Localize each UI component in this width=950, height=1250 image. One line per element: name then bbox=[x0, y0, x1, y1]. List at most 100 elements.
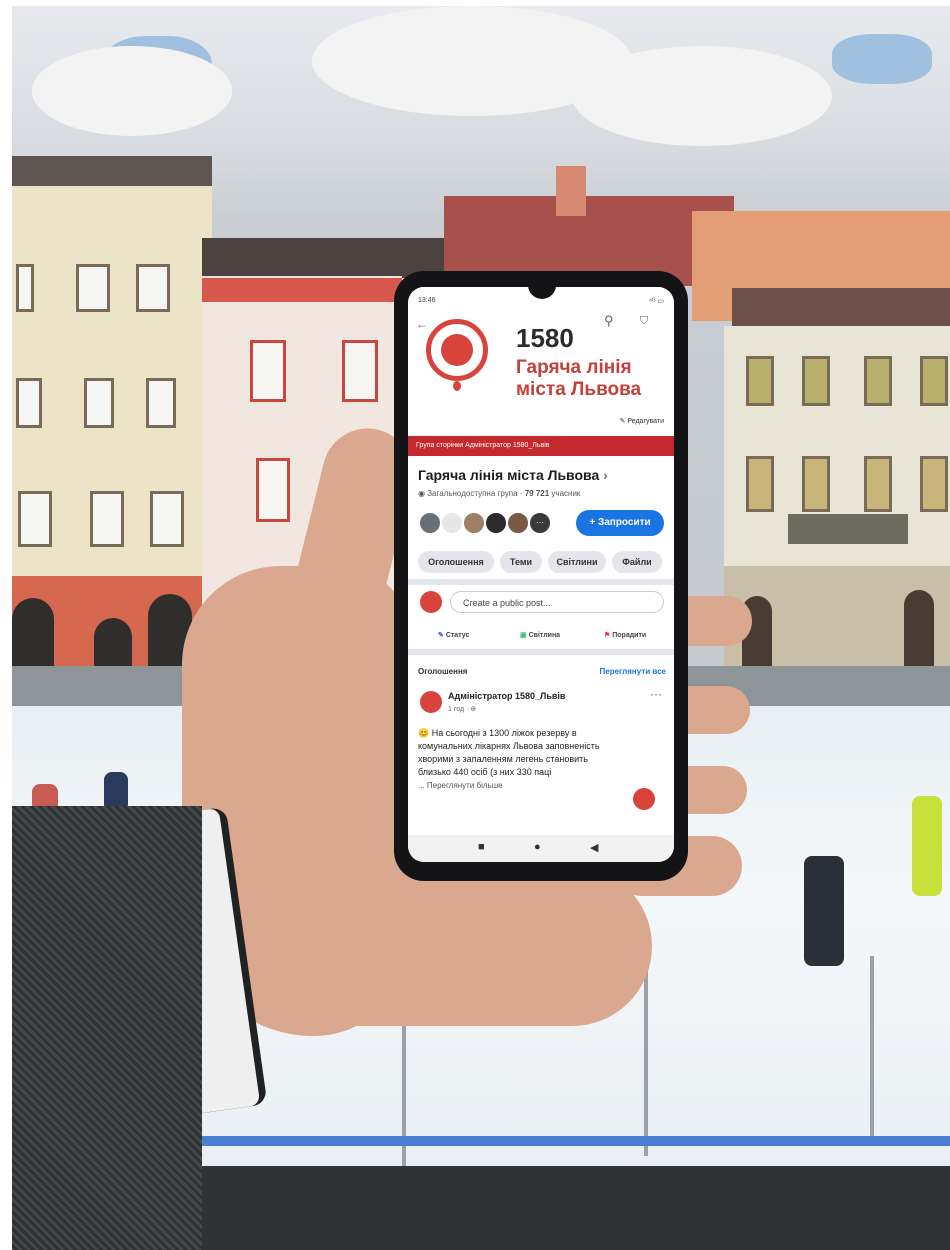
window bbox=[864, 356, 892, 406]
recommend-label: Порадити bbox=[612, 632, 647, 639]
photo-label: Світлина bbox=[528, 632, 561, 639]
member-count: 79 721 bbox=[524, 489, 550, 498]
post-author-avatar[interactable] bbox=[420, 691, 442, 713]
group-type: Загальнодоступна група bbox=[427, 489, 518, 498]
post-time: 1 год · ⊕ bbox=[448, 706, 477, 713]
window bbox=[90, 491, 124, 547]
divider bbox=[408, 579, 674, 585]
window bbox=[746, 356, 774, 406]
search-icon[interactable]: ⚲ bbox=[604, 313, 614, 329]
group-name[interactable]: Гаряча лінія міста Львова › bbox=[418, 467, 608, 483]
invite-button[interactable]: + Запросити bbox=[576, 510, 664, 536]
status-icon: ✎ bbox=[438, 632, 446, 639]
member-label: учасник bbox=[551, 489, 581, 498]
page-title-line1: Гаряча лінія bbox=[516, 357, 632, 378]
rink-barrier bbox=[182, 1136, 950, 1146]
group-cover: 13:46 ⁴ᴳ ▭ ← ⚲ ⛉ 1580 Гаряча лінія міста… bbox=[408, 287, 674, 435]
window bbox=[256, 458, 290, 522]
window bbox=[150, 491, 184, 547]
building-pink-band bbox=[202, 278, 402, 302]
home-button[interactable]: ● bbox=[534, 841, 541, 853]
rink-post bbox=[870, 956, 874, 1146]
rink-post bbox=[644, 966, 648, 1156]
page-number: 1580 bbox=[516, 323, 574, 353]
status-time: 13:46 bbox=[418, 297, 436, 304]
group-meta: ◉ Загальнодоступна група · 79 721 учасни… bbox=[418, 489, 580, 498]
sky-patch bbox=[832, 34, 932, 84]
globe-icon: ◉ bbox=[418, 489, 428, 498]
window bbox=[802, 356, 830, 406]
window bbox=[746, 456, 774, 512]
door bbox=[904, 590, 934, 666]
window bbox=[18, 491, 52, 547]
member-avatar bbox=[462, 511, 486, 535]
hotline-logo-icon bbox=[426, 319, 488, 381]
group-name-text: Гаряча лінія міста Львова bbox=[418, 467, 600, 483]
composer-input[interactable]: Create a public post... bbox=[450, 591, 664, 613]
member-avatar bbox=[484, 511, 508, 535]
status-label: Статус bbox=[445, 632, 470, 639]
shield-icon[interactable]: ⛉ bbox=[640, 315, 648, 328]
more-options-icon[interactable]: ··· bbox=[650, 687, 662, 701]
back-arrow-icon[interactable]: ← bbox=[416, 317, 428, 331]
window bbox=[920, 356, 948, 406]
rink-post bbox=[402, 1006, 406, 1176]
balcony-ledge bbox=[182, 1166, 950, 1250]
see-all-link[interactable]: Переглянути все bbox=[600, 667, 666, 676]
balcony bbox=[788, 514, 908, 544]
tab-announcements[interactable]: Оголошення bbox=[418, 551, 494, 573]
member-avatar bbox=[418, 511, 442, 535]
window bbox=[146, 378, 176, 428]
jacket-sleeve bbox=[12, 806, 202, 1250]
cloud bbox=[32, 46, 232, 136]
roof-left bbox=[12, 156, 212, 186]
status-button[interactable]: ✎ Статус bbox=[438, 631, 469, 639]
recents-button[interactable]: ■ bbox=[478, 841, 485, 853]
member-avatar bbox=[506, 511, 530, 535]
floating-action-button[interactable] bbox=[630, 785, 658, 813]
tab-topics[interactable]: Теми bbox=[500, 551, 542, 573]
meta-separator: · bbox=[519, 489, 523, 498]
composer-avatar bbox=[420, 591, 442, 613]
hand-lower bbox=[232, 866, 652, 1026]
phone-screen: 13:46 ⁴ᴳ ▭ ← ⚲ ⛉ 1580 Гаряча лінія міста… bbox=[408, 287, 674, 862]
page-title-line2: міста Львова bbox=[516, 379, 642, 400]
android-nav-bar: ■ ● ◀ bbox=[408, 835, 674, 862]
status-icons: ⁴ᴳ ▭ bbox=[648, 298, 664, 305]
photo-button[interactable]: ▣ Світлина bbox=[520, 631, 560, 639]
post-author[interactable]: Адміністратор 1580_Львів bbox=[448, 691, 565, 701]
group-ribbon: Група сторінки Адміністратор 1580_Львів bbox=[408, 436, 674, 456]
divider bbox=[408, 649, 674, 655]
window bbox=[250, 340, 286, 402]
section-title: Оголошення bbox=[418, 667, 468, 676]
skater bbox=[912, 796, 942, 896]
member-avatar bbox=[440, 511, 464, 535]
cloud bbox=[572, 46, 832, 146]
back-button[interactable]: ◀ bbox=[590, 841, 598, 854]
post-text: 😊 На сьогодні з 1300 ліжок резерву в ком… bbox=[418, 728, 600, 777]
window bbox=[16, 378, 42, 428]
tab-files[interactable]: Файли bbox=[612, 551, 662, 573]
window bbox=[342, 340, 378, 402]
edit-label: Редагувати bbox=[627, 418, 664, 425]
edit-button[interactable]: ✎ Редагувати bbox=[620, 417, 664, 425]
window bbox=[920, 456, 948, 512]
window bbox=[136, 264, 170, 312]
window bbox=[76, 264, 110, 312]
logo-pin bbox=[453, 381, 461, 391]
roof-right bbox=[732, 288, 950, 328]
window bbox=[16, 264, 34, 312]
chimney bbox=[556, 166, 586, 216]
chevron-right-icon: › bbox=[603, 467, 608, 483]
member-avatar-more[interactable]: ··· bbox=[528, 511, 552, 535]
window bbox=[802, 456, 830, 512]
smartphone: 13:46 ⁴ᴳ ▭ ← ⚲ ⛉ 1580 Гаряча лінія міста… bbox=[394, 271, 688, 881]
recommend-button[interactable]: ⚑ Порадити bbox=[604, 631, 646, 639]
page-title: Гаряча лінія міста Львова bbox=[516, 357, 641, 401]
window bbox=[864, 456, 892, 512]
photo-icon: ▣ bbox=[520, 632, 529, 639]
window bbox=[84, 378, 114, 428]
tab-photos[interactable]: Світлини bbox=[548, 551, 606, 573]
see-more-link[interactable]: ... Переглянути більше bbox=[418, 781, 503, 790]
recommend-icon: ⚑ bbox=[604, 632, 613, 639]
